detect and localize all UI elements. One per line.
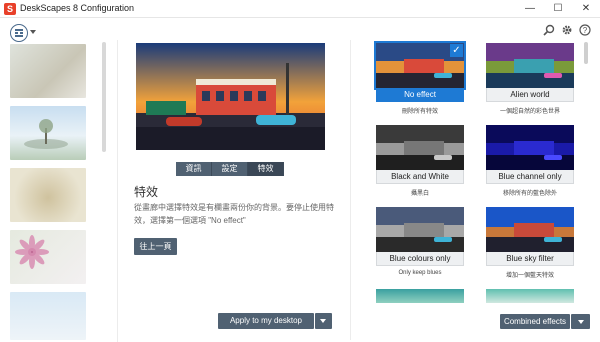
effect-thumbnail[interactable] bbox=[486, 289, 574, 303]
effect-description: 從畫廊中選擇特效是有欄畫兩份你的背景。要停止使用特效，選擇第一個選項 "No e… bbox=[134, 203, 334, 225]
effect-caption: 攝黑白 bbox=[410, 191, 429, 197]
effect-card-black-and-white[interactable]: Black and White bbox=[376, 125, 464, 187]
effect-thumbnail bbox=[486, 125, 574, 170]
tab-info[interactable]: 資訊 bbox=[176, 162, 212, 176]
effect-caption: 增加一個藍天特效 bbox=[505, 273, 554, 279]
scrollbar[interactable] bbox=[102, 42, 106, 152]
back-button[interactable]: 往上一頁 bbox=[134, 238, 177, 255]
chevron-down-icon bbox=[578, 320, 584, 324]
effect-card-no-effect[interactable]: ✓ No effect bbox=[374, 41, 466, 105]
search-icon[interactable] bbox=[543, 24, 555, 38]
background-thumbnail[interactable] bbox=[10, 230, 86, 284]
effect-label: No effect bbox=[376, 88, 464, 102]
background-thumbnail[interactable] bbox=[10, 292, 86, 340]
effect-card-blue-colours-only[interactable]: Blue colours only bbox=[376, 207, 464, 269]
divider bbox=[350, 40, 351, 340]
window-title: DeskScapes 8 Configuration bbox=[20, 3, 135, 13]
app-logo-icon: S bbox=[4, 3, 16, 15]
effect-caption: 移除所有的藍色除外 bbox=[502, 191, 557, 197]
effect-caption: 刪除所有特效 bbox=[401, 109, 438, 115]
scrollbar[interactable] bbox=[584, 42, 588, 64]
background-thumbnail[interactable] bbox=[10, 44, 86, 98]
tab-effects[interactable]: 特效 bbox=[248, 162, 284, 176]
chevron-down-icon[interactable] bbox=[30, 30, 36, 34]
effect-label: Blue colours only bbox=[376, 252, 464, 266]
gear-icon[interactable] bbox=[561, 24, 573, 38]
combined-effects-button[interactable]: Combined effects bbox=[500, 314, 570, 329]
tab-bar: 資訊 設定 特效 bbox=[176, 162, 284, 176]
effect-thumbnail[interactable] bbox=[376, 289, 464, 303]
maximize-button[interactable]: ☐ bbox=[544, 0, 572, 18]
effect-label: Blue sky filter bbox=[486, 252, 574, 266]
chevron-down-icon bbox=[320, 319, 326, 323]
background-thumbnail[interactable] bbox=[10, 106, 86, 160]
effect-caption: 一個超自然的彩色世界 bbox=[499, 109, 560, 115]
effect-caption: Only keep blues bbox=[398, 270, 442, 276]
effect-card-blue-sky-filter[interactable]: Blue sky filter bbox=[486, 207, 574, 269]
effect-thumbnail bbox=[376, 125, 464, 170]
background-list bbox=[0, 40, 118, 342]
effect-label: Blue channel only bbox=[486, 170, 574, 184]
title-bar: S DeskScapes 8 Configuration — ☐ ✕ bbox=[0, 0, 600, 18]
effect-card-alien-world[interactable]: Alien world bbox=[486, 43, 574, 105]
combined-effects-dropdown[interactable] bbox=[571, 314, 590, 329]
effect-label: Black and White bbox=[376, 170, 464, 184]
tab-settings[interactable]: 設定 bbox=[212, 162, 248, 176]
background-thumbnail[interactable] bbox=[10, 168, 86, 222]
effect-thumbnail bbox=[486, 207, 574, 252]
effect-heading: 特效 bbox=[134, 185, 159, 199]
effect-label: Alien world bbox=[486, 88, 574, 102]
checkmark-icon: ✓ bbox=[450, 44, 463, 57]
preview-image bbox=[136, 43, 325, 150]
minimize-button[interactable]: — bbox=[516, 0, 544, 18]
effect-thumbnail bbox=[376, 207, 464, 252]
effect-thumbnail bbox=[486, 43, 574, 88]
help-icon[interactable]: ? bbox=[579, 24, 591, 38]
svg-text:?: ? bbox=[583, 26, 588, 35]
apply-options-dropdown[interactable] bbox=[315, 313, 332, 329]
effect-card-blue-channel-only[interactable]: Blue channel only bbox=[486, 125, 574, 187]
close-button[interactable]: ✕ bbox=[572, 0, 600, 18]
apply-to-desktop-button[interactable]: Apply to my desktop bbox=[218, 313, 314, 329]
